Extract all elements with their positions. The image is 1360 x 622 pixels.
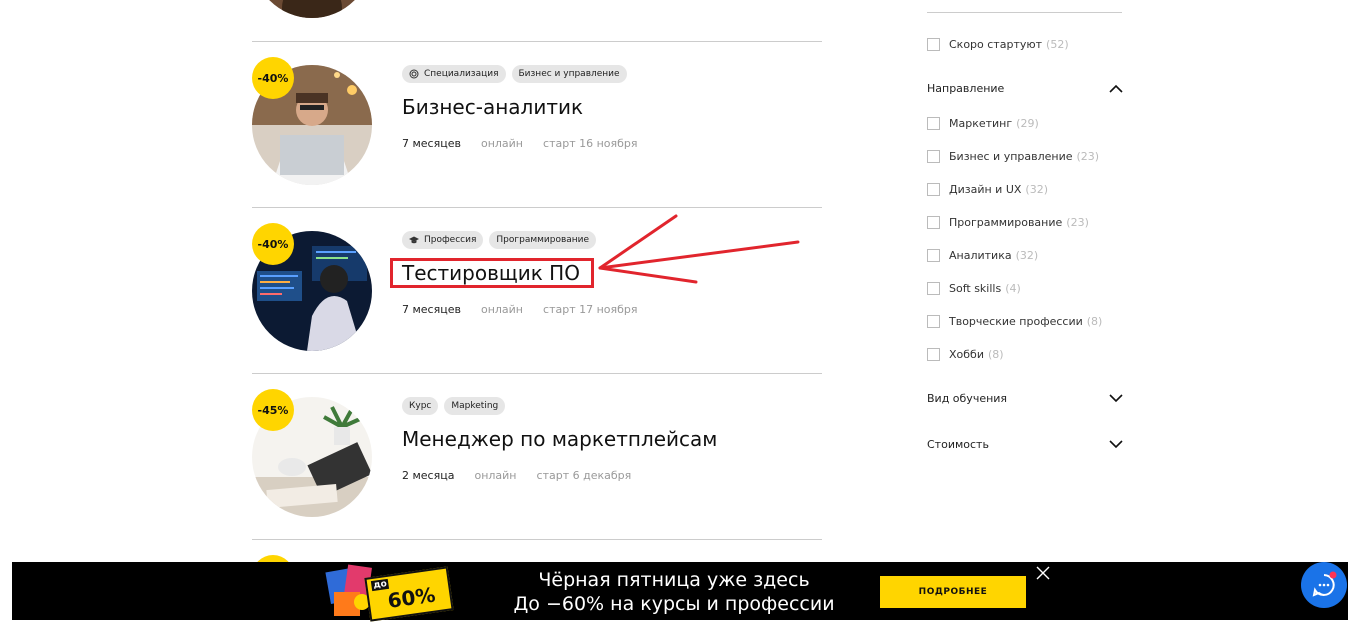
sidebar-divider [927,12,1122,13]
filter-count: (8) [1086,315,1103,328]
filter-label: Бизнес и управление [949,150,1073,163]
filter-marketing[interactable]: Маркетинг (29) [927,117,1039,130]
checkbox[interactable] [927,249,940,262]
filter-programming[interactable]: Программирование (23) [927,216,1089,229]
highlight-box [390,258,594,288]
filter-count: (8) [987,348,1004,361]
promo-banner[interactable]: до 60% Чёрная пятница уже здесь До −60% … [12,562,1348,622]
filter-label: Дизайн и UX [949,183,1022,196]
tag-category[interactable]: Марketing [444,397,506,415]
course-tags: Специализация Бизнес и управление [402,65,627,83]
divider [252,539,822,540]
course-start: старт 17 ноября [543,303,638,316]
tag-label: Профессия [424,235,477,245]
filter-label: Творческие профессии [949,315,1083,328]
filter-hobby[interactable]: Хобби (8) [927,348,1004,361]
course-start: старт 16 ноября [543,137,638,150]
tag-type[interactable]: Курс [402,397,439,415]
discount-badge: -40% [252,57,294,99]
tag-profession[interactable]: Профессия [402,231,484,249]
tag-label: Специализация [424,69,499,79]
filter-count: (32) [1025,183,1048,196]
course-format: онлайн [474,469,517,482]
filter-count: (23) [1076,150,1100,163]
tag-label: Курс [409,401,432,411]
filter-business[interactable]: Бизнес и управление (23) [927,150,1099,163]
checkbox[interactable] [927,150,940,163]
chat-bubble-icon [1312,571,1337,597]
tag-label: Программирование [496,235,590,245]
chevron-up-icon[interactable] [1109,84,1123,93]
banner-subline: До −60% на курсы и професcии [513,593,835,615]
course-duration: 7 месяцев [402,137,461,150]
course-title[interactable]: Менеджер по маркетплейсам [402,427,717,451]
checkbox[interactable] [927,117,940,130]
tag-category[interactable]: Бизнес и управление [511,65,627,83]
course-meta: 7 месяцев онлайн старт 17 ноября [402,303,638,316]
filter-count: (23) [1066,216,1089,229]
target-icon [409,69,419,79]
checkbox[interactable] [927,183,940,196]
annotation-arrow-icon [598,214,800,284]
filter-soon[interactable]: Скоро стартуют (52) [927,38,1069,51]
course-thumbnail[interactable] [252,0,372,18]
filter-analytics[interactable]: Аналитика (32) [927,249,1038,262]
course-title[interactable]: Бизнес-аналитик [402,95,583,119]
section-title: Направление [927,82,1005,95]
divider [252,41,822,42]
discount-badge: -45% [252,389,294,431]
divider [252,373,822,374]
course-duration: 7 месяцев [402,303,461,316]
tag-specialization[interactable]: Специализация [402,65,506,83]
filter-label: Аналитика [949,249,1012,262]
filter-label: Хобби [949,348,984,361]
course-start: старт 6 декабря [536,469,632,482]
course-format: онлайн [480,303,524,316]
filter-soft-skills[interactable]: Soft skills (4) [927,282,1021,295]
filter-creative[interactable]: Творческие профессии (8) [927,315,1102,328]
course-format: онлайн [480,137,524,150]
tag-label: Бизнес и управление [518,69,620,79]
filter-label: Программирование [949,216,1063,229]
filter-count: (4) [1005,282,1021,295]
section-direction[interactable]: Направление [927,82,1123,95]
section-study-type[interactable]: Вид обучения [927,392,1123,405]
filter-label: Скоро стартуют [949,38,1043,51]
chevron-down-icon[interactable] [1109,440,1123,449]
checkbox[interactable] [927,216,940,229]
course-tags: Профессия Программирование [402,231,597,249]
course-duration: 2 месяца [402,469,455,482]
discount-badge: -40% [252,223,294,265]
checkbox[interactable] [927,348,940,361]
section-title: Вид обучения [927,392,1008,405]
checkbox[interactable] [927,282,940,295]
banner-headline: Чёрная пятница уже здесь [538,569,810,591]
course-meta: 2 месяца онлайн старт 6 декабря [402,469,631,482]
divider [252,207,822,208]
course-tags: Курс Марketing [402,397,506,415]
filter-count: (29) [1016,117,1039,130]
tag-label: Марketing [451,401,499,411]
close-icon[interactable] [1036,566,1050,580]
checkbox[interactable] [927,315,940,328]
graduation-cap-icon [409,236,419,244]
checkbox[interactable] [927,38,940,51]
filter-count: (52) [1046,38,1069,51]
course-meta: 7 месяцев онлайн старт 16 ноября [402,137,638,150]
banner-more-button[interactable]: ПОДРОБНЕЕ [880,576,1026,608]
filter-count: (32) [1015,249,1039,262]
section-title: Стоимость [927,438,989,451]
section-price[interactable]: Стоимость [927,438,1123,451]
tag-category[interactable]: Программирование [489,231,597,249]
chevron-down-icon[interactable] [1109,394,1123,403]
filter-label: Soft skills [949,282,1002,295]
filter-design[interactable]: Дизайн и UX (32) [927,183,1048,196]
filter-label: Маркетинг [949,117,1013,130]
chat-button[interactable] [1301,562,1347,608]
